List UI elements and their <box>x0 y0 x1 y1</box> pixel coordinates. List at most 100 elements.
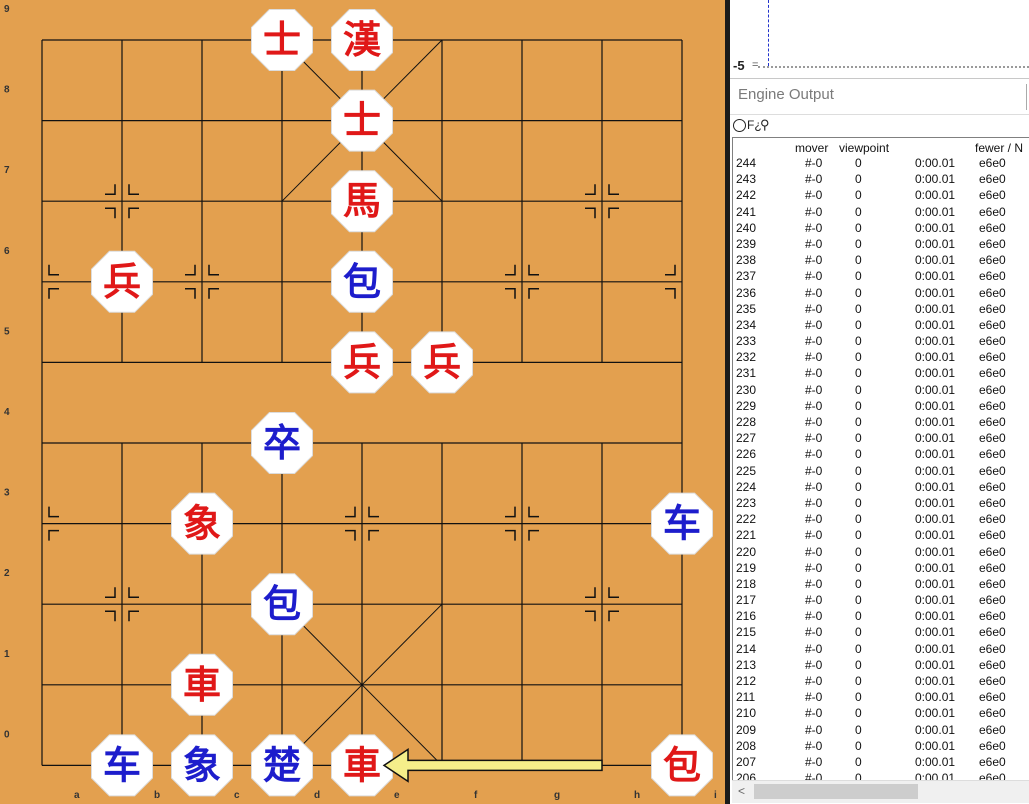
output-row[interactable]: 219 #-0 0 0:00.01 e6e0 <box>733 561 1029 577</box>
row-score: #-0 <box>805 706 823 721</box>
output-row[interactable]: 233 #-0 0 0:00.01 e6e0 <box>733 334 1029 350</box>
blue-piece[interactable]: 车 <box>91 734 153 797</box>
output-row[interactable]: 226 #-0 0 0:00.01 e6e0 <box>733 447 1029 463</box>
row-time: 0:00.01 <box>915 593 956 608</box>
row-move: e6e0 <box>979 220 1006 235</box>
row-move: e6e0 <box>979 674 1006 688</box>
scroll-thumb[interactable] <box>754 784 918 799</box>
blue-piece[interactable]: 象 <box>171 734 233 797</box>
horizontal-scrollbar[interactable]: < <box>732 780 1029 803</box>
output-row[interactable]: 242 #-0 0 0:00.01 e6e0 <box>733 188 1029 204</box>
red-piece[interactable]: 士 <box>331 89 393 152</box>
output-row[interactable]: 217 #-0 0 0:00.01 e6e0 <box>733 593 1029 609</box>
row-n: 207 <box>736 754 757 769</box>
row-depth: 0 <box>855 236 862 251</box>
output-row[interactable]: 221 #-0 0 0:00.01 e6e0 <box>733 528 1029 544</box>
red-piece[interactable]: 漢 <box>331 9 393 71</box>
row-n: 213 <box>736 657 757 672</box>
output-row[interactable]: 211 #-0 0 0:00.01 e6e0 <box>733 690 1029 706</box>
position-marker <box>585 610 596 622</box>
output-row[interactable]: 220 #-0 0 0:00.01 e6e0 <box>733 545 1029 561</box>
piece-glyph: 兵 <box>423 340 461 384</box>
output-row[interactable]: 207 #-0 0 0:00.01 e6e0 <box>733 755 1029 771</box>
output-row[interactable]: 218 #-0 0 0:00.01 e6e0 <box>733 577 1029 593</box>
position-marker <box>368 529 379 541</box>
rank-label: 1 <box>4 649 10 660</box>
row-time: 0:00.01 <box>915 431 956 446</box>
output-row[interactable]: 213 #-0 0 0:00.01 e6e0 <box>733 658 1029 674</box>
red-piece[interactable]: 兵 <box>411 331 473 394</box>
row-move: e6e0 <box>979 609 1006 624</box>
row-score: #-0 <box>805 317 823 332</box>
engine-output-header: Engine Output <box>730 80 1029 114</box>
row-score: #-0 <box>805 366 823 381</box>
row-n: 235 <box>736 301 757 316</box>
output-row[interactable]: 243 #-0 0 0:00.01 e6e0 <box>733 172 1029 188</box>
row-time: 0:00.01 <box>915 479 956 494</box>
output-row[interactable]: 225 #-0 0 0:00.01 e6e0 <box>733 464 1029 480</box>
row-n: 209 <box>736 722 757 737</box>
output-row[interactable]: 214 #-0 0 0:00.01 e6e0 <box>733 642 1029 658</box>
row-time: 0:00.01 <box>915 674 956 688</box>
output-row[interactable]: 223 #-0 0 0:00.01 e6e0 <box>733 496 1029 512</box>
row-depth: 0 <box>855 528 862 543</box>
red-piece[interactable]: 包 <box>651 734 713 797</box>
output-row[interactable]: 212 #-0 0 0:00.01 e6e0 <box>733 674 1029 690</box>
blue-piece[interactable]: 卒 <box>251 412 313 474</box>
output-row[interactable]: 208 #-0 0 0:00.01 e6e0 <box>733 739 1029 755</box>
output-row[interactable]: 224 #-0 0 0:00.01 e6e0 <box>733 480 1029 496</box>
row-time: 0:00.01 <box>915 463 956 478</box>
scroll-left-icon[interactable]: < <box>738 784 745 798</box>
output-row[interactable]: 229 #-0 0 0:00.01 e6e0 <box>733 399 1029 415</box>
output-rows: 244 #-0 0 0:00.01 e6e0 243 #-0 0 0:00.01 e6e0 242 #… <box>733 156 1029 781</box>
row-time: 0:00.01 <box>915 754 956 769</box>
row-score: #-0 <box>805 641 823 656</box>
output-row[interactable]: 237 #-0 0 0:00.01 e6e0 <box>733 269 1029 285</box>
xiangqi-board[interactable]: 9876543210abcdefghi士漢士馬兵包兵兵卒象车包車车象楚車包 <box>0 0 725 804</box>
output-row[interactable]: 215 #-0 0 0:00.01 e6e0 <box>733 625 1029 641</box>
row-n: 217 <box>736 593 757 608</box>
radio-circle-icon[interactable] <box>733 119 746 132</box>
blue-piece[interactable]: 楚 <box>251 734 313 797</box>
output-row[interactable]: 234 #-0 0 0:00.01 e6e0 <box>733 318 1029 334</box>
row-score: #-0 <box>805 738 823 753</box>
output-row[interactable]: 210 #-0 0 0:00.01 e6e0 <box>733 706 1029 722</box>
blue-piece[interactable]: 包 <box>251 573 313 636</box>
output-row[interactable]: 228 #-0 0 0:00.01 e6e0 <box>733 415 1029 431</box>
red-piece[interactable]: 兵 <box>331 331 393 394</box>
file-label: c <box>234 790 240 801</box>
output-row[interactable]: 230 #-0 0 0:00.01 e6e0 <box>733 383 1029 399</box>
red-piece[interactable]: 兵 <box>91 250 153 313</box>
output-row[interactable]: 231 #-0 0 0:00.01 e6e0 <box>733 366 1029 382</box>
output-row[interactable]: 209 #-0 0 0:00.01 e6e0 <box>733 723 1029 739</box>
blue-piece[interactable]: 包 <box>331 250 393 313</box>
row-time: 0:00.01 <box>915 334 956 349</box>
output-row[interactable]: 222 #-0 0 0:00.01 e6e0 <box>733 512 1029 528</box>
row-n: 242 <box>736 188 757 203</box>
position-marker <box>208 288 219 299</box>
row-n: 215 <box>736 625 757 640</box>
piece-glyph: 包 <box>263 582 301 626</box>
magnifier-icon[interactable]: ⚲ <box>760 117 770 133</box>
row-time: 0:00.01 <box>915 560 956 575</box>
engine-panel: -5 = Engine Output F¿ ⚲ mover viewpoint … <box>730 0 1029 804</box>
red-piece[interactable]: 士 <box>251 9 313 71</box>
row-depth: 0 <box>855 188 862 203</box>
output-row[interactable]: 239 #-0 0 0:00.01 e6e0 <box>733 237 1029 253</box>
red-piece[interactable]: 象 <box>171 492 233 555</box>
red-piece[interactable]: 車 <box>171 653 233 716</box>
row-depth: 0 <box>855 722 862 737</box>
output-row[interactable]: 236 #-0 0 0:00.01 e6e0 <box>733 286 1029 302</box>
output-row[interactable]: 238 #-0 0 0:00.01 e6e0 <box>733 253 1029 269</box>
red-piece[interactable]: 馬 <box>331 170 393 233</box>
output-row[interactable]: 235 #-0 0 0:00.01 e6e0 <box>733 302 1029 318</box>
output-row[interactable]: 232 #-0 0 0:00.01 e6e0 <box>733 350 1029 366</box>
output-row[interactable]: 244 #-0 0 0:00.01 e6e0 <box>733 156 1029 172</box>
output-row[interactable]: 227 #-0 0 0:00.01 e6e0 <box>733 431 1029 447</box>
blue-piece[interactable]: 车 <box>651 492 713 555</box>
row-n: 216 <box>736 609 757 624</box>
output-row[interactable]: 240 #-0 0 0:00.01 e6e0 <box>733 221 1029 237</box>
output-row[interactable]: 216 #-0 0 0:00.01 e6e0 <box>733 609 1029 625</box>
engine-output-list[interactable]: mover viewpoint fewer / N 244 #-0 0 0:00.01… <box>732 137 1029 782</box>
output-row[interactable]: 241 #-0 0 0:00.01 e6e0 <box>733 205 1029 221</box>
